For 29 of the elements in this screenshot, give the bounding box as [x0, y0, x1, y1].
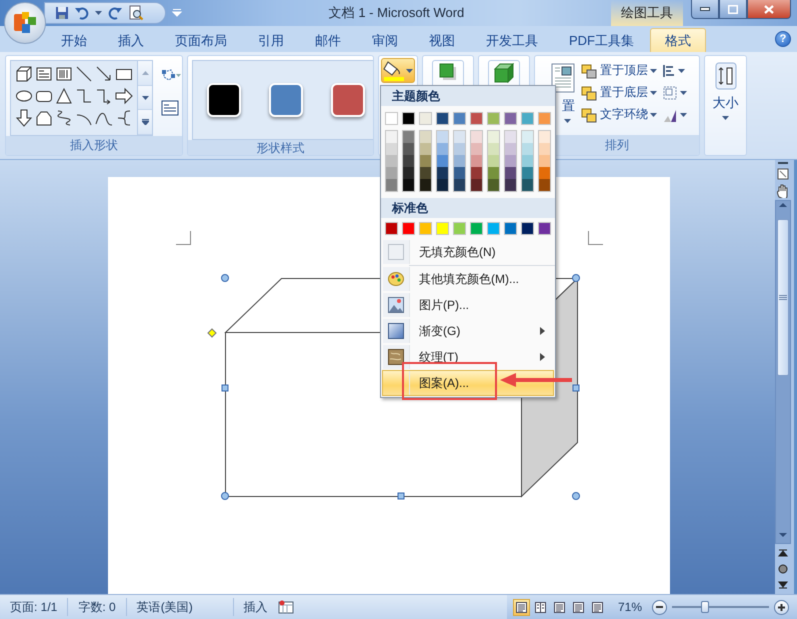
arrange-command[interactable]: 文字环绕 — [579, 104, 658, 125]
size-button[interactable]: 大小 — [708, 59, 742, 155]
language-indicator[interactable]: 英语(美国) — [126, 598, 234, 616]
menu-item[interactable]: 渐变(G) — [382, 318, 554, 344]
ribbon-tab[interactable]: PDF工具集 — [554, 28, 649, 52]
menu-item[interactable]: 无填充颜色(N) — [382, 239, 554, 265]
context-tab-label: 绘图工具 — [611, 0, 683, 26]
ribbon-tab[interactable]: 开始 — [46, 28, 102, 52]
group-label: 插入形状 — [6, 136, 182, 155]
ribbon-tab[interactable]: 插入 — [103, 28, 159, 52]
zoom-percent[interactable]: 71% — [608, 600, 650, 614]
arrange-command[interactable]: 置于底层 — [579, 82, 658, 103]
menu-heading: 主题颜色 — [381, 86, 555, 106]
menu-item[interactable]: 图案(A)... — [382, 370, 554, 396]
ribbon-tab[interactable]: 开发工具 — [471, 28, 553, 52]
ribbon-tab[interactable]: 引用 — [243, 28, 299, 52]
arrange-command[interactable]: 置于顶层 — [579, 60, 658, 81]
word-count[interactable]: 字数: 0 — [68, 598, 127, 616]
ribbon-tab[interactable]: 邮件 — [300, 28, 356, 52]
group-label: 形状样式 — [188, 140, 373, 155]
window-title: 文档 1 - Microsoft Word — [328, 4, 466, 22]
menu-heading: 标准色 — [381, 198, 555, 218]
ribbon-tab[interactable]: 格式 — [650, 28, 706, 52]
ribbon-tab[interactable]: 视图 — [414, 28, 470, 52]
page-count[interactable]: 页面: 1/1 — [0, 598, 68, 616]
ribbon-tab[interactable]: 审阅 — [357, 28, 413, 52]
ribbon-tab[interactable]: 页面布局 — [160, 28, 242, 52]
menu-item[interactable]: 其他填充颜色(M)... — [382, 266, 554, 292]
insert-mode-indicator[interactable]: 插入 — [234, 598, 278, 616]
